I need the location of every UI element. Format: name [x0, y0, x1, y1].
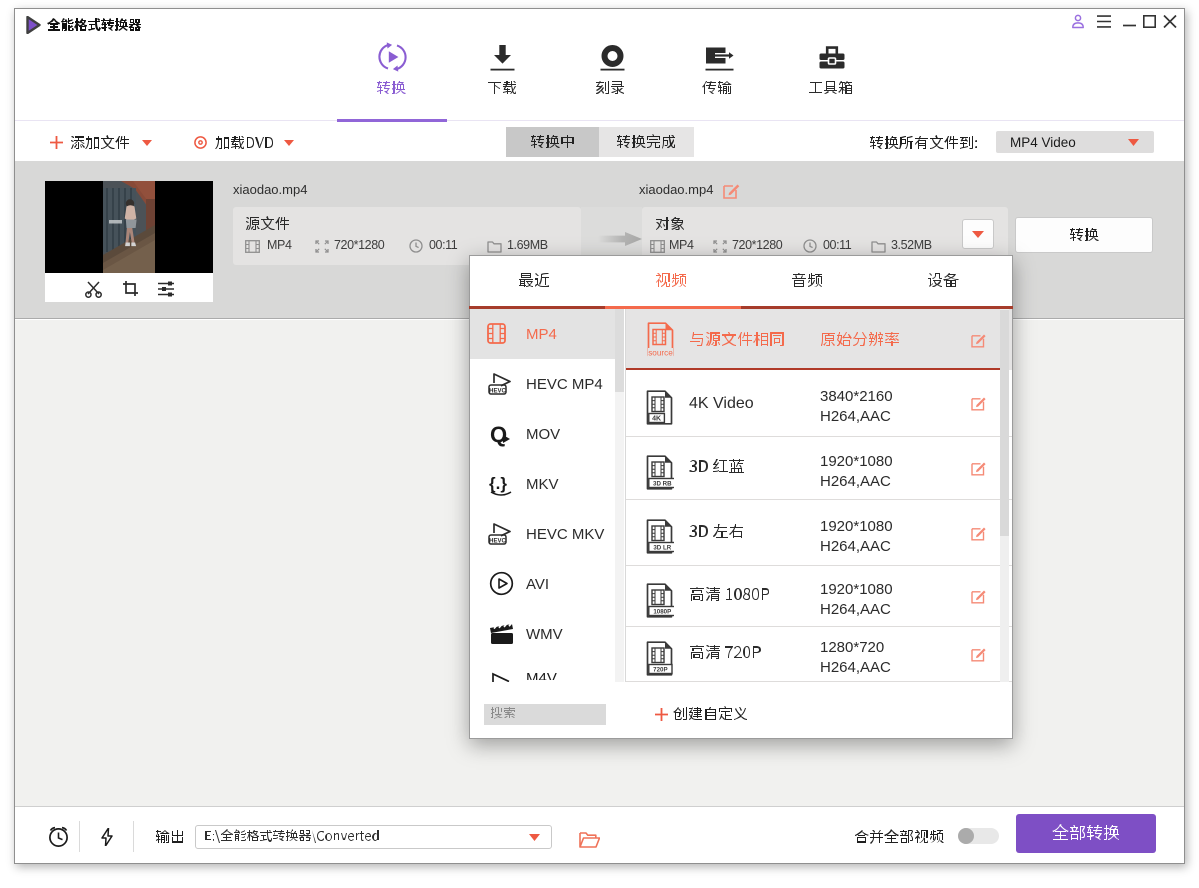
svg-text:source: source: [648, 348, 673, 357]
svg-text:3D LR: 3D LR: [653, 544, 671, 551]
svg-text:HEVC: HEVC: [489, 538, 506, 544]
svg-text:3D RB: 3D RB: [653, 480, 672, 487]
svg-text:{.}: {.}: [489, 474, 507, 493]
svg-text:Q: Q: [490, 422, 507, 447]
svg-text:4K: 4K: [652, 415, 661, 422]
svg-text:720P: 720P: [653, 666, 667, 673]
svg-text:1080P: 1080P: [653, 608, 671, 615]
svg-text:HEVC: HEVC: [489, 388, 506, 394]
